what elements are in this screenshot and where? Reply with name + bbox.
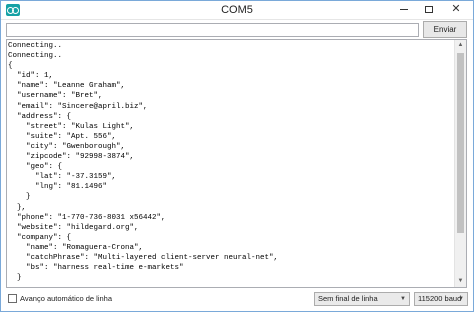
baud-rate-value: 115200 baud — [418, 294, 462, 303]
autoscroll-label: Avanço automático de linha — [20, 294, 113, 303]
minimize-button[interactable] — [392, 1, 416, 19]
maximize-button[interactable] — [417, 1, 441, 19]
output-line: Connecting.. — [8, 52, 63, 61]
vertical-scrollbar[interactable]: ▲ ▼ — [454, 40, 466, 287]
serial-output-text: Connecting.. Connecting..{ "id": 1, "name… — [8, 41, 454, 283]
output-line: "lng": "81.1496" — [8, 183, 108, 192]
output-line: "name": "Romaguera-Crona", — [8, 243, 144, 252]
output-line: "city": "Gwenborough", — [8, 142, 126, 151]
output-line: Connecting.. — [8, 42, 63, 50]
scroll-down-icon[interactable]: ▼ — [455, 276, 466, 287]
chevron-down-icon: ▼ — [400, 296, 406, 302]
output-line: "catchPhrase": "Multi-layered client-ser… — [8, 253, 279, 262]
output-line: "name": "Leanne Graham", — [8, 82, 126, 91]
output-line: "address": { — [8, 112, 72, 121]
title-bar: COM5 ✕ — [1, 1, 473, 20]
output-line: "website": "hildegard.org", — [8, 223, 139, 232]
output-line: }, — [8, 203, 27, 212]
send-button[interactable]: Enviar — [423, 21, 467, 38]
output-line: "lat": "-37.3159", — [8, 173, 117, 182]
output-line: } — [8, 274, 22, 283]
output-line: "bs": "harness real-time e-markets" — [8, 264, 184, 273]
baud-rate-select[interactable]: 115200 baud ▼ — [414, 292, 468, 306]
output-line: "suite": "Apt. 556", — [8, 132, 117, 141]
minimize-icon — [400, 8, 408, 10]
serial-monitor-window: COM5 ✕ Enviar Connecting.. Connecting..{ … — [0, 0, 474, 312]
output-line: "phone": "1-770-736-8031 x56442", — [8, 213, 166, 222]
close-button[interactable]: ✕ — [442, 1, 470, 19]
output-line: "street": "Kulas Light", — [8, 122, 135, 131]
send-input[interactable] — [6, 23, 419, 37]
line-ending-select[interactable]: Sem final de linha ▼ — [314, 292, 410, 306]
line-ending-value: Sem final de linha — [318, 294, 378, 303]
output-line: "company": { — [8, 233, 72, 242]
output-line: "id": 1, — [8, 72, 54, 81]
output-line: { — [8, 62, 13, 71]
maximize-icon — [425, 5, 433, 13]
output-line: } — [8, 193, 31, 202]
scroll-up-icon[interactable]: ▲ — [455, 40, 466, 51]
output-line: "zipcode": "92998-3874", — [8, 153, 135, 162]
chevron-down-icon: ▼ — [458, 296, 464, 302]
output-line: "username": "Bret", — [8, 92, 103, 101]
autoscroll-checkbox[interactable] — [8, 294, 17, 303]
close-icon: ✕ — [451, 3, 461, 15]
output-line: "email": "Sincere@april.biz", — [8, 102, 148, 111]
scroll-thumb[interactable] — [457, 53, 464, 233]
output-line: "geo": { — [8, 163, 63, 172]
serial-output[interactable]: Connecting.. Connecting..{ "id": 1, "name… — [6, 39, 467, 288]
